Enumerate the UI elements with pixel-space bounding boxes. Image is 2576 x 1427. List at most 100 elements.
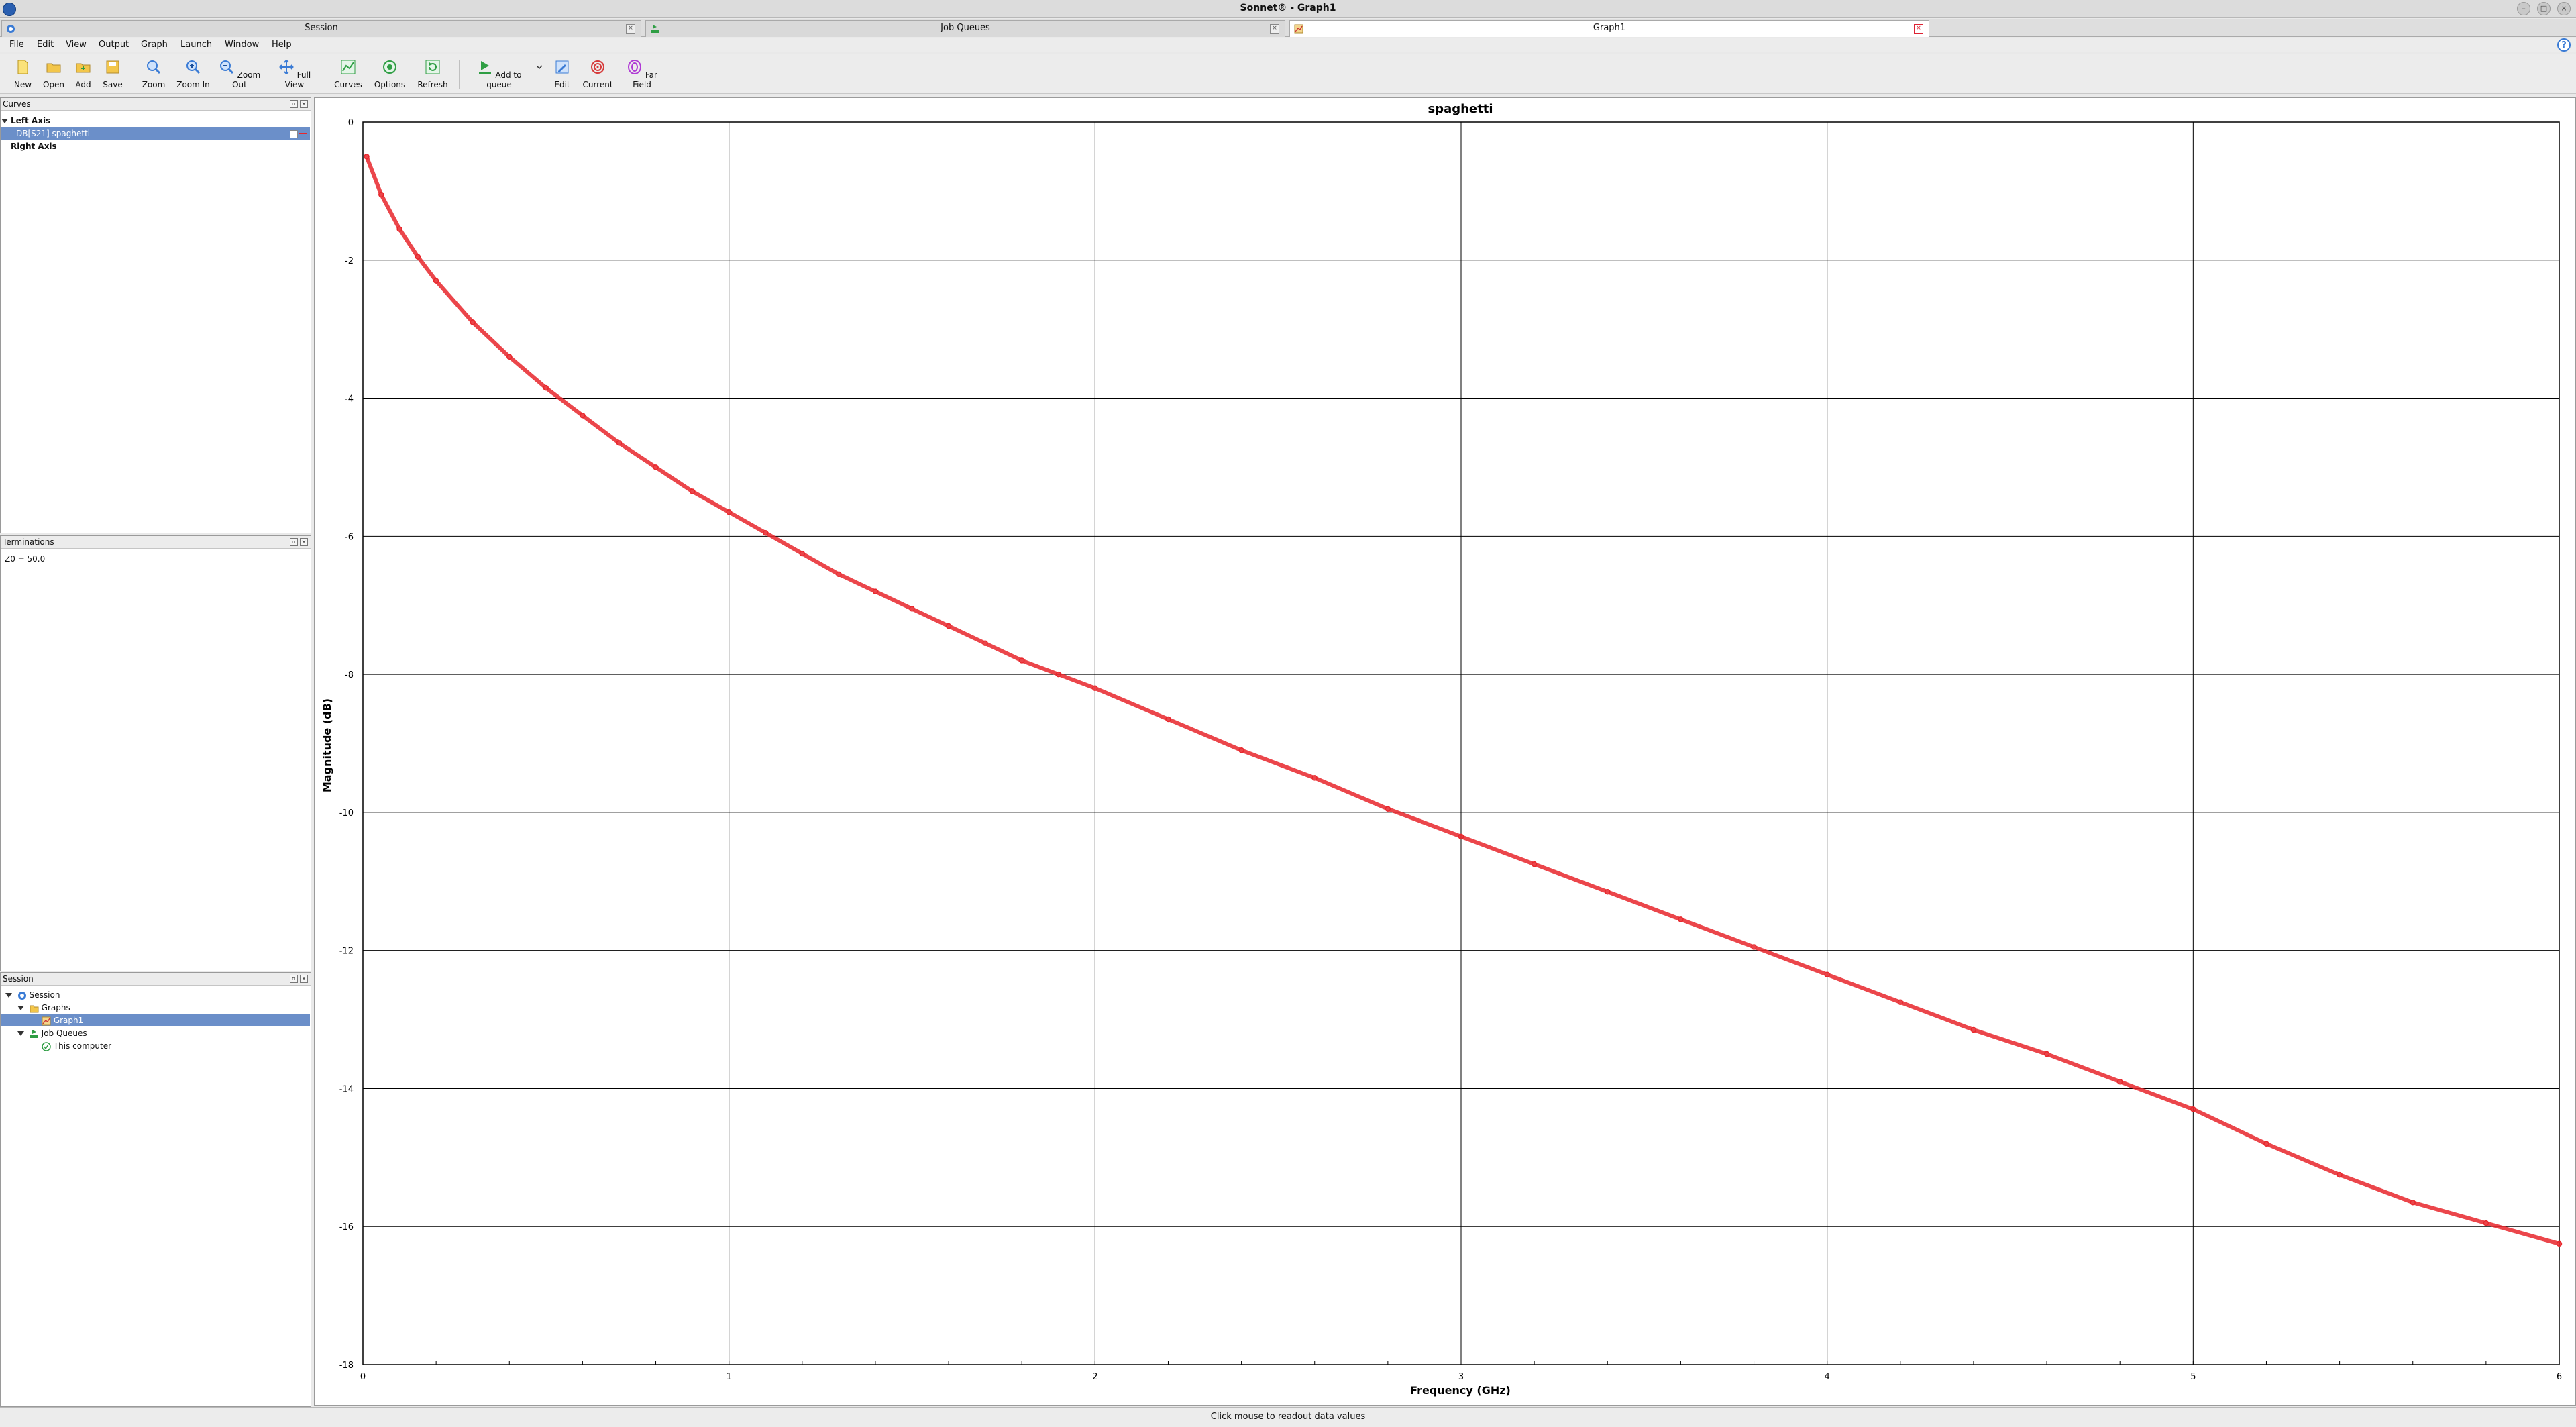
zoom-button[interactable]: Zoom xyxy=(137,58,170,93)
refresh-button[interactable]: Refresh xyxy=(413,58,452,93)
y-tick-label: 0 xyxy=(348,118,354,128)
close-panel-icon[interactable]: × xyxy=(300,538,308,546)
help-icon[interactable]: ? xyxy=(2557,38,2571,52)
computer-check-icon xyxy=(42,1041,51,1051)
x-tick-label: 2 xyxy=(1092,1372,1097,1382)
tab-graph1[interactable]: Graph1 × xyxy=(1289,20,1929,37)
panel-header: Terminations ▫ × xyxy=(1,536,311,549)
zoom-out-button[interactable]: Zoom Out xyxy=(216,58,263,93)
save-button[interactable]: Save xyxy=(98,58,127,93)
tree-item-left-axis[interactable]: Left Axis xyxy=(1,115,310,127)
tree-item-job-queues[interactable]: Job Queues xyxy=(1,1027,310,1039)
full-view-button[interactable]: Full View xyxy=(271,58,318,93)
curves-icon xyxy=(341,60,356,74)
button-label: Zoom In xyxy=(176,80,210,89)
x-axis-label: Frequency (GHz) xyxy=(1410,1384,1511,1397)
menu-window[interactable]: Window xyxy=(225,40,259,50)
magnifier-icon xyxy=(147,60,161,74)
close-panel-icon[interactable]: × xyxy=(300,100,308,108)
refresh-icon xyxy=(425,60,440,74)
current-icon xyxy=(591,60,604,74)
x-tick-label: 0 xyxy=(360,1372,366,1382)
add-button[interactable]: Add xyxy=(70,58,97,93)
folder-open-icon xyxy=(46,63,61,73)
zoom-in-icon xyxy=(186,60,201,74)
tree-item-right-axis[interactable]: Right Axis xyxy=(1,140,310,152)
tree-item-graph1[interactable]: Graph1 xyxy=(1,1014,310,1026)
float-panel-icon[interactable]: ▫ xyxy=(290,100,298,108)
zoom-in-button[interactable]: Zoom In xyxy=(173,58,213,93)
graph-area[interactable]: spaghetti 0 1 2 3 4 5 6 0 -2 -4 -6 -8 -10 -12 -14 -16 -1… xyxy=(314,97,2576,1406)
menu-graph[interactable]: Graph xyxy=(141,40,168,50)
chart-title: spaghetti xyxy=(1428,102,1493,116)
menu-edit[interactable]: Edit xyxy=(37,40,54,50)
button-label: New xyxy=(13,80,32,89)
tab-bar: Session × Job Queues × Graph1 × xyxy=(0,19,2576,37)
button-label: Edit xyxy=(554,80,570,89)
float-panel-icon[interactable]: ▫ xyxy=(290,538,298,546)
termination-z0: Z0 = 50.0 xyxy=(5,554,46,564)
panel-title: Curves xyxy=(3,99,31,109)
button-label: Options xyxy=(374,80,406,89)
toolbar: New Open Add Save Zoom Zoom In Zoom Out … xyxy=(0,54,2576,94)
menu-view[interactable]: View xyxy=(66,40,87,50)
panel-header: Session ▫ × xyxy=(1,973,311,986)
current-button[interactable]: Current xyxy=(578,58,617,93)
edit-button[interactable]: Edit xyxy=(550,58,574,93)
y-tick-label: -14 xyxy=(339,1084,354,1094)
button-label: Open xyxy=(42,80,65,89)
add-to-queue-button[interactable]: Add to queue xyxy=(466,58,533,93)
toolbar-separator xyxy=(459,60,460,89)
far-field-button[interactable]: Far Field xyxy=(620,58,664,93)
expand-arrow-icon[interactable] xyxy=(1,119,8,123)
close-panel-icon[interactable]: × xyxy=(300,975,308,983)
tab-job-queues[interactable]: Job Queues × xyxy=(645,20,1285,37)
curve-visibility-checkbox[interactable] xyxy=(290,130,298,138)
queue-dropdown[interactable] xyxy=(534,58,545,93)
options-button[interactable]: Options xyxy=(370,58,409,93)
edit-icon xyxy=(555,60,569,74)
curves-button[interactable]: Curves xyxy=(331,58,365,93)
new-file-icon xyxy=(17,60,28,74)
maximize-icon[interactable]: □ xyxy=(2537,2,2551,15)
tab-session[interactable]: Session × xyxy=(1,20,641,37)
menu-help[interactable]: Help xyxy=(272,40,292,50)
tab-label: Session xyxy=(305,23,338,33)
y-tick-label: -2 xyxy=(345,256,354,266)
menu-file[interactable]: File xyxy=(9,40,24,50)
tree-item-graphs[interactable]: Graphs xyxy=(1,1002,310,1014)
button-label: Curves xyxy=(334,80,362,89)
close-icon[interactable]: × xyxy=(2557,2,2571,15)
minimize-icon[interactable]: – xyxy=(2517,2,2530,15)
tab-label: Graph1 xyxy=(1593,23,1626,33)
expand-arrow-icon[interactable] xyxy=(17,1006,24,1010)
window-title: Sonnet® - Graph1 xyxy=(1240,3,1336,13)
tree-item-this-computer[interactable]: This computer xyxy=(1,1040,310,1052)
button-label: Zoom xyxy=(142,80,166,89)
new-button[interactable]: New xyxy=(8,58,38,93)
curve-item[interactable]: DB[S21] spaghetti xyxy=(1,127,310,140)
button-label: Add xyxy=(75,80,91,89)
close-tab-icon[interactable]: × xyxy=(626,24,635,34)
expand-arrow-icon[interactable] xyxy=(5,993,12,998)
y-tick-label: -6 xyxy=(345,532,354,542)
curve-color-swatch xyxy=(299,133,307,134)
open-button[interactable]: Open xyxy=(39,58,68,93)
tree-item-session[interactable]: Session xyxy=(1,989,310,1001)
expand-arrow-icon[interactable] xyxy=(17,1031,24,1036)
menu-launch[interactable]: Launch xyxy=(180,40,212,50)
close-tab-icon[interactable]: × xyxy=(1270,24,1279,34)
button-label: Zoom Out xyxy=(232,70,261,89)
title-bar: Sonnet® - Graph1 – □ × xyxy=(0,0,2576,18)
close-tab-icon[interactable]: × xyxy=(1914,24,1923,34)
status-text: Click mouse to readout data values xyxy=(1210,1412,1366,1422)
float-panel-icon[interactable]: ▫ xyxy=(290,975,298,983)
x-tick-label: 3 xyxy=(1458,1372,1464,1382)
zoom-out-icon xyxy=(219,60,233,74)
menu-output[interactable]: Output xyxy=(99,40,129,50)
button-label: Refresh xyxy=(417,80,448,89)
magnitude-chart[interactable]: spaghetti 0 1 2 3 4 5 6 0 -2 -4 -6 -8 -10 -12 -14 -16 -1… xyxy=(315,98,2576,1406)
grid xyxy=(362,121,2560,1365)
full-view-icon xyxy=(279,60,294,74)
terminations-panel: Terminations ▫ × Z0 = 50.0 xyxy=(0,535,311,971)
